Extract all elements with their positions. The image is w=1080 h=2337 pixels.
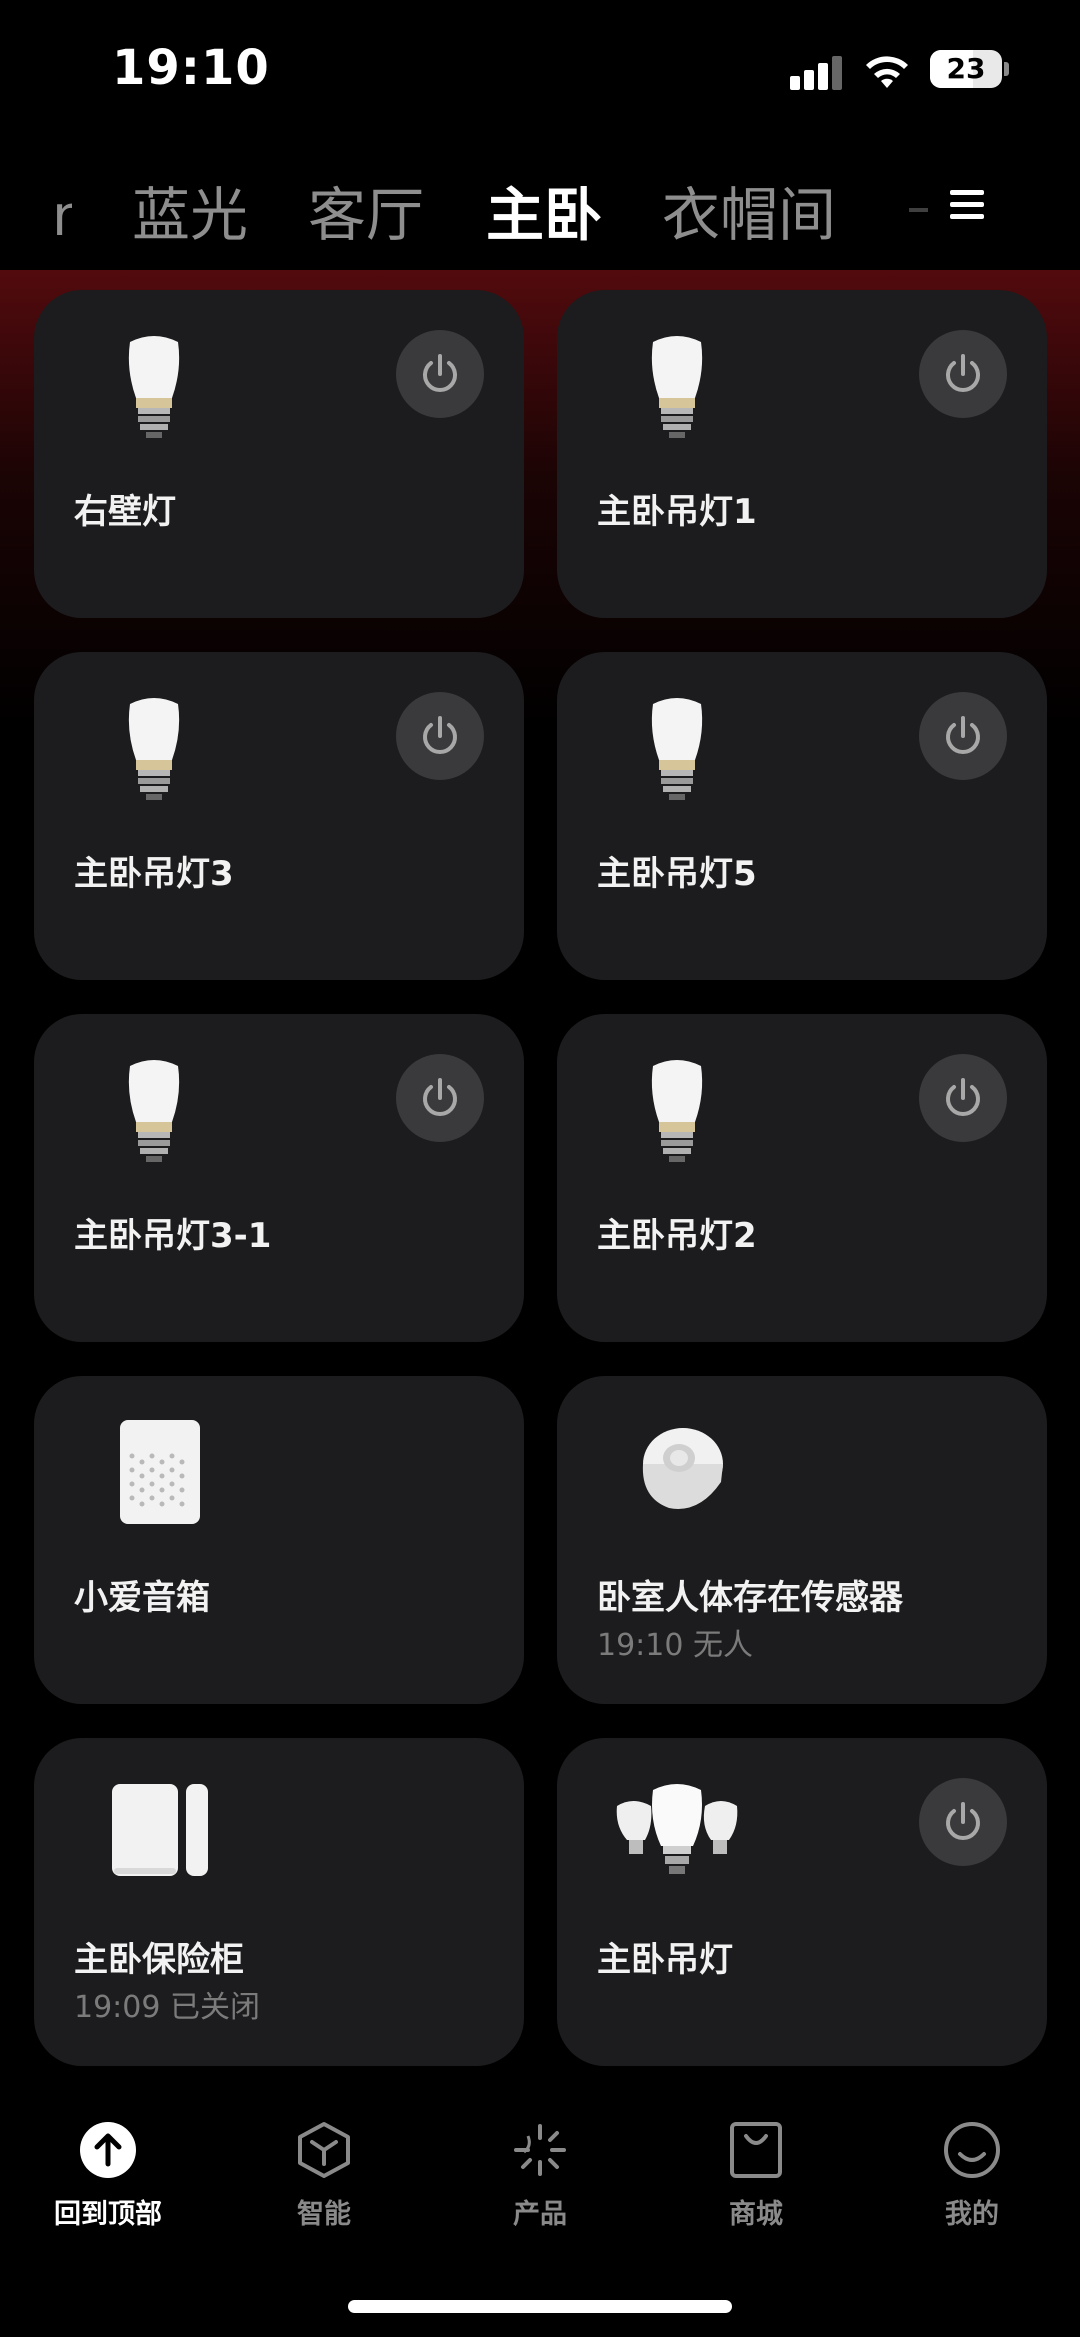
- bulb-icon: [128, 1060, 180, 1162]
- power-icon: [423, 716, 457, 754]
- device-name: 主卧吊灯5: [597, 854, 757, 894]
- device-card[interactable]: 主卧吊灯3: [34, 652, 524, 980]
- bulb-icon: [651, 336, 703, 438]
- power-button[interactable]: [396, 1054, 484, 1142]
- power-icon: [423, 1078, 457, 1116]
- device-card[interactable]: 主卧吊灯5: [557, 652, 1047, 980]
- bottom-nav: 回到顶部 智能 产品 商城 我的: [0, 2100, 1080, 2240]
- home-indicator[interactable]: [348, 2300, 732, 2313]
- power-button[interactable]: [919, 1778, 1007, 1866]
- power-icon: [946, 1078, 980, 1116]
- device-name: 主卧吊灯2: [597, 1216, 757, 1256]
- smile-icon: [944, 2122, 1000, 2178]
- bulb-icon: [128, 336, 180, 438]
- device-card[interactable]: 主卧吊灯2: [557, 1014, 1047, 1342]
- status-bar: 19:10 23: [0, 0, 1080, 140]
- cellular-signal-icon: [790, 54, 846, 90]
- bulb-group-icon: [616, 1784, 738, 1874]
- power-button[interactable]: [396, 330, 484, 418]
- bulb-icon: [651, 698, 703, 800]
- tab-主卧[interactable]: 主卧: [486, 168, 602, 252]
- device-card[interactable]: 卧室人体存在传感器 19:10 无人: [557, 1376, 1047, 1704]
- nav-label: 商城: [729, 2199, 783, 2230]
- nav-label: 我的: [945, 2199, 999, 2230]
- device-name: 主卧吊灯1: [597, 492, 757, 532]
- cube-icon: [298, 2122, 350, 2178]
- power-button[interactable]: [396, 692, 484, 780]
- nav-profile[interactable]: 我的: [892, 2100, 1052, 2240]
- sparkle-icon: [514, 2124, 566, 2176]
- device-card[interactable]: 主卧吊灯1: [557, 290, 1047, 618]
- device-name: 主卧保险柜: [74, 1940, 244, 1980]
- presence-sensor-icon: [642, 1428, 723, 1509]
- nav-label: 产品: [513, 2199, 567, 2230]
- device-status: 19:10 无人: [597, 1628, 753, 1663]
- battery-icon: 23: [930, 50, 1002, 88]
- nav-back-to-top[interactable]: 回到顶部: [28, 2100, 188, 2240]
- nav-smart[interactable]: 智能: [244, 2100, 404, 2240]
- device-name: 卧室人体存在传感器: [597, 1578, 903, 1618]
- power-icon: [946, 354, 980, 392]
- device-name: 右壁灯: [74, 492, 176, 532]
- nav-label: 回到顶部: [54, 2199, 162, 2230]
- door-sensor-icon: [112, 1784, 208, 1876]
- device-name: 小爱音箱: [74, 1578, 210, 1618]
- device-status: 19:09 已关闭: [74, 1990, 260, 2025]
- status-time: 19:10: [112, 40, 270, 96]
- tab-蓝光[interactable]: 蓝光: [132, 168, 248, 252]
- wifi-icon: [866, 56, 908, 88]
- device-name: 主卧吊灯3-1: [74, 1216, 272, 1256]
- power-button[interactable]: [919, 692, 1007, 780]
- shopping-bag-icon: [730, 2122, 782, 2178]
- tab-衣帽间[interactable]: 衣帽间: [662, 168, 836, 252]
- tab-客厅[interactable]: 客厅: [308, 168, 424, 252]
- power-button[interactable]: [919, 1054, 1007, 1142]
- device-card[interactable]: 主卧保险柜 19:09 已关闭: [34, 1738, 524, 2066]
- menu-icon[interactable]: [950, 190, 992, 224]
- device-name: 主卧吊灯3: [74, 854, 234, 894]
- nav-products[interactable]: 产品: [460, 2100, 620, 2240]
- power-button[interactable]: [919, 330, 1007, 418]
- speaker-icon: [120, 1420, 200, 1524]
- device-card[interactable]: 主卧吊灯: [557, 1738, 1047, 2066]
- tab-partial-left[interactable]: ni: [52, 184, 72, 244]
- bulb-icon: [651, 1060, 703, 1162]
- power-icon: [946, 1802, 980, 1840]
- nav-label: 智能: [297, 2199, 351, 2230]
- nav-store[interactable]: 商城: [676, 2100, 836, 2240]
- power-icon: [423, 354, 457, 392]
- device-card[interactable]: 小爱音箱: [34, 1376, 524, 1704]
- device-card[interactable]: 右壁灯: [34, 290, 524, 618]
- device-card[interactable]: 主卧吊灯3-1: [34, 1014, 524, 1342]
- arrow-up-icon: [80, 2122, 136, 2178]
- bulb-icon: [128, 698, 180, 800]
- power-icon: [946, 716, 980, 754]
- battery-cap: [1004, 62, 1009, 76]
- tab-partial-right[interactable]: 二: [902, 186, 928, 236]
- device-name: 主卧吊灯: [597, 1940, 733, 1980]
- battery-level: 23: [946, 52, 986, 85]
